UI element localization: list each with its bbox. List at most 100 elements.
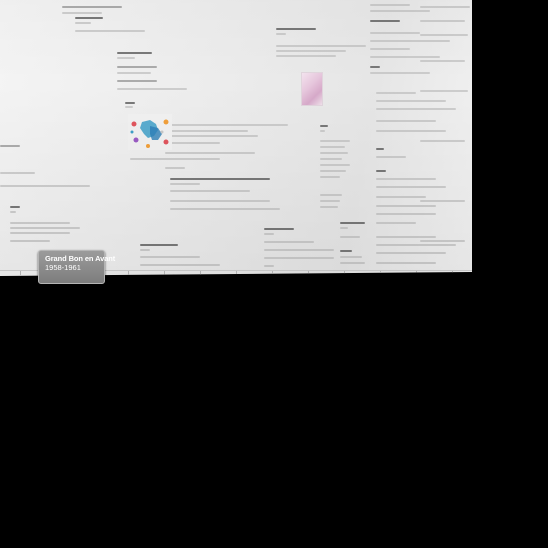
text-line <box>376 236 436 238</box>
text-line <box>117 66 157 68</box>
text-line <box>376 170 386 172</box>
text-line <box>75 22 91 24</box>
text-line <box>320 146 345 148</box>
axis-tick <box>416 271 417 275</box>
text-line <box>10 227 80 229</box>
axis-tick <box>272 271 273 275</box>
text-line <box>376 196 426 198</box>
text-line <box>170 178 270 180</box>
axis-tick <box>200 271 201 275</box>
text-line <box>165 167 185 169</box>
screen: Grand Bon en Avant 1958-1961 <box>0 0 548 548</box>
text-line <box>340 227 348 229</box>
text-line <box>376 222 416 224</box>
text-line <box>370 10 430 12</box>
text-line <box>264 265 274 267</box>
text-line <box>125 106 133 108</box>
text-line <box>264 257 334 259</box>
text-line <box>420 140 465 142</box>
text-line <box>340 222 365 224</box>
text-line <box>340 236 360 238</box>
text-line <box>75 30 145 32</box>
text-line <box>320 152 348 154</box>
axis-tick <box>380 271 381 275</box>
text-line <box>10 232 70 234</box>
text-line <box>370 32 420 34</box>
text-line <box>320 158 342 160</box>
text-line <box>376 205 436 207</box>
text-line <box>168 130 248 132</box>
text-line <box>170 183 200 185</box>
text-line <box>117 88 187 90</box>
text-line <box>376 213 436 215</box>
text-line <box>376 262 436 264</box>
text-line <box>376 130 446 132</box>
text-line <box>370 56 440 58</box>
text-line <box>420 90 468 92</box>
text-line <box>170 190 250 192</box>
text-line <box>170 200 270 202</box>
text-line <box>140 256 200 258</box>
text-line <box>320 125 328 127</box>
text-line <box>370 48 410 50</box>
axis-tick <box>344 271 345 275</box>
text-line <box>320 164 350 166</box>
era-card[interactable]: Grand Bon en Avant 1958-1961 <box>38 250 116 284</box>
text-line <box>140 244 178 246</box>
text-line <box>376 156 406 158</box>
axis-tick <box>236 271 237 275</box>
text-line <box>276 33 286 35</box>
text-line <box>0 145 20 147</box>
text-line <box>370 72 430 74</box>
axis-tick <box>308 271 309 275</box>
text-line <box>320 170 346 172</box>
text-line <box>340 250 352 252</box>
text-line <box>62 12 102 14</box>
era-years: 1958-1961 <box>45 263 81 272</box>
text-line <box>420 20 465 22</box>
text-line <box>340 256 362 258</box>
text-line <box>0 172 35 174</box>
text-line <box>320 194 342 196</box>
text-line <box>420 6 470 8</box>
text-line <box>420 200 465 202</box>
map-illustration-icon <box>128 114 172 150</box>
text-line <box>264 228 294 230</box>
axis-tick <box>128 271 129 275</box>
text-line <box>320 200 340 202</box>
timeline-panel[interactable] <box>0 0 472 276</box>
text-line <box>376 92 416 94</box>
text-line <box>170 208 280 210</box>
text-line <box>75 17 103 19</box>
text-line <box>117 72 151 74</box>
text-line <box>420 60 465 62</box>
text-line <box>370 40 450 42</box>
text-line <box>10 222 70 224</box>
text-line <box>376 252 446 254</box>
text-line <box>170 142 220 144</box>
text-line <box>370 20 400 22</box>
text-line <box>10 240 50 242</box>
text-line <box>370 66 380 68</box>
text-line <box>340 262 365 264</box>
text-line <box>264 241 314 243</box>
text-line <box>62 6 122 8</box>
text-line <box>117 80 157 82</box>
axis-tick <box>164 271 165 275</box>
text-line <box>168 135 258 137</box>
text-line <box>320 130 325 132</box>
text-line <box>376 148 384 150</box>
text-line <box>376 186 446 188</box>
text-line <box>264 233 274 235</box>
era-title: Grand Bon en Avant <box>45 254 116 263</box>
text-line <box>420 240 465 242</box>
text-line <box>276 55 336 57</box>
text-line <box>276 50 346 52</box>
text-line <box>168 124 288 126</box>
text-line <box>140 249 150 251</box>
text-line <box>320 206 338 208</box>
text-line <box>320 140 350 142</box>
text-line <box>320 176 340 178</box>
text-line <box>376 100 446 102</box>
text-line <box>376 120 436 122</box>
